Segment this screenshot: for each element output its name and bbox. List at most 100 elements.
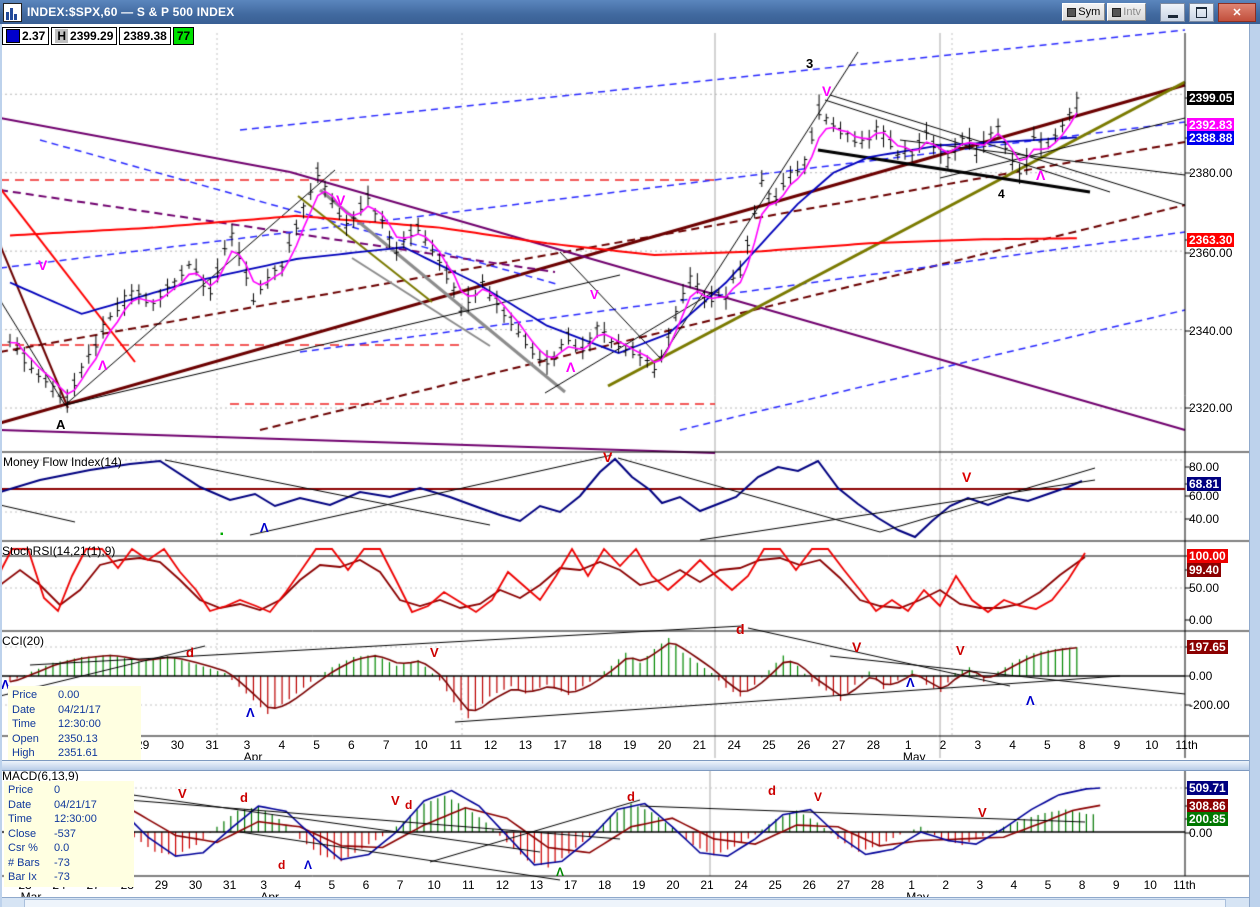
axis-price-label: -200.00 <box>1189 698 1230 712</box>
date-axis-label: 4 <box>278 738 286 752</box>
price-value-badge: 200.85 <box>1187 812 1228 826</box>
price-value-badge: 197.65 <box>1187 640 1228 654</box>
price-value-badge: 99.40 <box>1187 563 1222 577</box>
window-title: INDEX:$SPX,60 — S & P 500 INDEX <box>27 5 235 19</box>
data-window-row: Time 12:30:00 <box>8 813 97 825</box>
maximize-button[interactable] <box>1189 2 1214 22</box>
chart-annotation: V <box>430 645 439 660</box>
data-window-row: Price 0 <box>8 784 61 796</box>
date-axis-label: 12 <box>483 738 498 752</box>
date-axis-label: 18 <box>598 878 612 892</box>
date-axis-label: 5 <box>313 738 320 752</box>
chart-annotation: Λ <box>566 359 576 375</box>
data-window-macd: Price 0 Date 04/21/17 Time 12:30:00 Close -537 C… <box>4 781 134 887</box>
sym-icon <box>1067 7 1077 17</box>
data-window-row: Date 04/21/17 <box>12 703 101 716</box>
chart-annotation: Λ <box>556 865 565 879</box>
data-window-row: # Bars -73 <box>8 856 70 869</box>
data-window-row: Csr % 0.0 <box>8 842 70 854</box>
application-window: INDEX:$SPX,60 — S & P 500 INDEX Sym Intv… <box>0 0 1260 907</box>
sym-button-label: Sym <box>1078 6 1101 18</box>
date-axis-label: 4 <box>1010 878 1018 892</box>
chart-annotation: Λ <box>260 520 269 535</box>
last-value: 2389.38 <box>123 29 167 43</box>
chart-annotation: d <box>768 783 776 798</box>
chart-annotation: d <box>186 645 194 660</box>
maximize-icon <box>1196 6 1207 18</box>
minimize-button[interactable] <box>1160 2 1185 22</box>
date-axis-label: 2 <box>942 878 950 892</box>
date-axis-label: 24 <box>727 738 741 752</box>
chart-annotation: d <box>278 858 286 872</box>
app-icon <box>3 2 22 22</box>
title-bar[interactable]: INDEX:$SPX,60 — S & P 500 INDEX Sym Intv… <box>0 0 1260 24</box>
date-axis-label: 21 <box>700 878 714 892</box>
data-window-price: Price 0.00 Date 04/21/17 Time 12:30:00 Open 235… <box>8 686 141 763</box>
percent-box: 77 <box>172 27 195 45</box>
date-axis-label: 9 <box>1112 878 1120 892</box>
data-window-row: Date 04/21/17 <box>8 798 97 811</box>
mfi-panel-title: Money Flow Index(14) <box>3 455 122 469</box>
chart-annotation: V <box>978 805 987 820</box>
close-button[interactable]: ✕ <box>1218 2 1256 22</box>
chart-annotation: 3 <box>806 56 814 71</box>
chart-annotation: Λ <box>98 357 108 373</box>
date-axis-label: 24 <box>734 878 748 892</box>
chart-annotation: V <box>956 643 965 658</box>
date-axis-label: 21 <box>692 738 707 752</box>
date-axis-label: 13 <box>518 738 533 752</box>
chart-annotation: Λ <box>906 675 915 690</box>
change-value: 2.37 <box>22 29 46 43</box>
price-value-badge: 2399.05 <box>1187 91 1235 105</box>
date-axis-label: 25 <box>762 738 776 752</box>
stochrsi-panel-title: StochRSI(14,21(1),9) <box>2 544 116 558</box>
date-axis-label: 18 <box>588 738 602 752</box>
chart-annotation: V <box>590 287 599 302</box>
axis-price-label: 2380.00 <box>1189 166 1233 180</box>
date-axis-label: 8 <box>1078 738 1086 752</box>
change-box: 2.37 <box>2 27 50 45</box>
price-value-badge: 2392.83 <box>1187 118 1235 132</box>
chart-annotation: A <box>56 417 66 432</box>
date-axis-label: 26 <box>802 878 816 892</box>
quote-bar: 2.37 H 2399.29 2389.38 77 <box>2 27 195 45</box>
date-axis-label: 25 <box>768 878 782 892</box>
chart-annotation: V <box>391 793 400 808</box>
change-swatch-icon <box>6 29 20 43</box>
date-axis-label: 6 <box>348 738 355 752</box>
date-axis-label: 10 <box>427 878 441 892</box>
date-axis-label: 19 <box>623 738 637 752</box>
chart-annotation: V <box>38 257 48 273</box>
window-right-border <box>1249 24 1260 907</box>
percent-value: 77 <box>176 29 191 43</box>
horizontal-scrollbar[interactable] <box>0 897 1252 907</box>
date-axis-label: 17 <box>553 738 567 752</box>
scrollbar-thumb[interactable] <box>24 899 1226 907</box>
chart-annotation: d <box>405 798 413 812</box>
date-axis-label: 5 <box>328 878 336 892</box>
data-window-row: Open 2350.13 <box>12 732 98 745</box>
data-window-row: High 2351.61 <box>12 747 98 759</box>
high-chip: H <box>55 29 69 43</box>
price-value-badge: 509.71 <box>1187 781 1228 795</box>
date-axis-label: 19 <box>632 878 646 892</box>
price-value-badge: 308.86 <box>1187 799 1228 813</box>
date-axis-label: 7 <box>382 738 390 752</box>
date-axis-label: 6 <box>362 878 370 892</box>
date-axis-label: 13 <box>529 878 544 892</box>
chart-annotation: V <box>822 83 832 99</box>
date-axis-label: 27 <box>836 878 851 892</box>
chart-annotation: V <box>962 469 972 485</box>
intv-button[interactable]: Intv <box>1107 3 1146 21</box>
date-axis-label: 7 <box>396 878 404 892</box>
date-axis-label: 3 <box>974 738 982 752</box>
pane-divider[interactable] <box>0 760 1252 771</box>
date-axis-label: 10 <box>1145 738 1159 752</box>
date-axis-label: 11 <box>449 738 463 752</box>
axis-price-label: 0.00 <box>1189 613 1213 627</box>
date-axis-label: 10 <box>1143 878 1157 892</box>
sym-button[interactable]: Sym <box>1062 3 1106 21</box>
axis-price-label: 2340.00 <box>1189 324 1233 338</box>
chart-annotation: Λ <box>304 858 313 872</box>
date-axis-label: 17 <box>563 878 578 892</box>
